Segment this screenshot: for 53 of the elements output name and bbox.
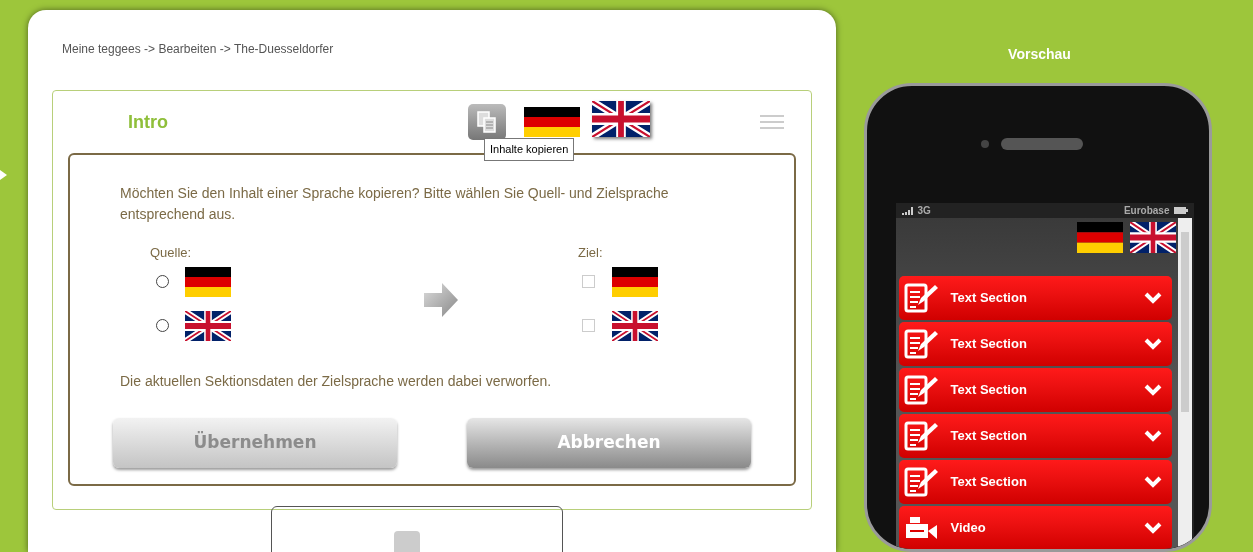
german-flag-icon[interactable] [612,266,658,297]
accordion-row[interactable]: Text Section [898,276,1172,320]
german-flag-icon[interactable] [524,107,580,137]
british-flag-icon[interactable] [1129,222,1176,253]
add-tile[interactable] [394,531,420,552]
row-label: Text Section [950,427,1027,446]
copy-content-button[interactable] [468,104,506,140]
target-label: Ziel: [578,244,604,262]
checkbox[interactable] [582,319,595,332]
network-type: 3G [917,204,931,218]
radio-button[interactable] [156,319,169,332]
accordion-row[interactable]: Text Section [898,460,1172,504]
signal-icon [901,206,916,215]
tooltip: Inhalte kopieren [484,138,575,161]
chevron-down-icon [1143,430,1162,442]
radio-button[interactable] [156,275,169,288]
row-label: Text Section [950,473,1027,492]
copy-icon [476,110,498,134]
german-flag-icon[interactable] [185,266,231,297]
preview-title: Vorschau [1008,45,1071,64]
checkbox[interactable] [582,275,595,288]
british-flag-icon[interactable] [612,310,658,341]
accordion-row[interactable]: Text Section [898,322,1172,366]
chevron-down-icon [1143,338,1162,350]
row-label: Video [950,519,986,538]
chevron-down-icon [1143,384,1162,396]
document-pen-icon [903,467,938,497]
accordion-row[interactable]: Text Section [898,414,1172,458]
british-flag-icon[interactable] [592,101,650,137]
document-pen-icon [903,329,938,359]
accordion-row[interactable]: Text Section [898,368,1172,412]
row-label: Text Section [950,289,1027,308]
warning-note: Die aktuellen Sektionsdaten der Zielsprache werden dabei verworfen. [120,371,553,391]
accordion-row[interactable]: Video [898,506,1172,549]
dialog-message: Möchten Sie den Inhalt einer Sprache kopieren? Bitte wählen Sie Quell- und Zielsprache entsprechend aus. [120,184,670,224]
row-label: Text Section [950,381,1027,400]
carrier-name: Eurobase [1123,204,1170,218]
document-pen-icon [903,283,938,313]
section-title: Intro [128,110,169,134]
scroll-thumb[interactable] [1180,232,1189,412]
battery-icon [1173,207,1188,214]
document-pen-icon [903,421,938,451]
row-label: Text Section [950,335,1027,354]
source-label: Quelle: [150,244,193,262]
chevron-down-icon [1143,292,1162,304]
video-camera-icon [903,516,938,540]
german-flag-icon[interactable] [1076,222,1123,253]
arrow-icon [422,281,460,319]
chevron-down-icon [1143,476,1162,488]
breadcrumb: Meine teggees -> Bearbeiten -> The-Duesseldorfer [62,41,335,58]
chevron-down-icon [1143,522,1162,534]
document-pen-icon [903,375,938,405]
british-flag-icon[interactable] [185,310,231,341]
